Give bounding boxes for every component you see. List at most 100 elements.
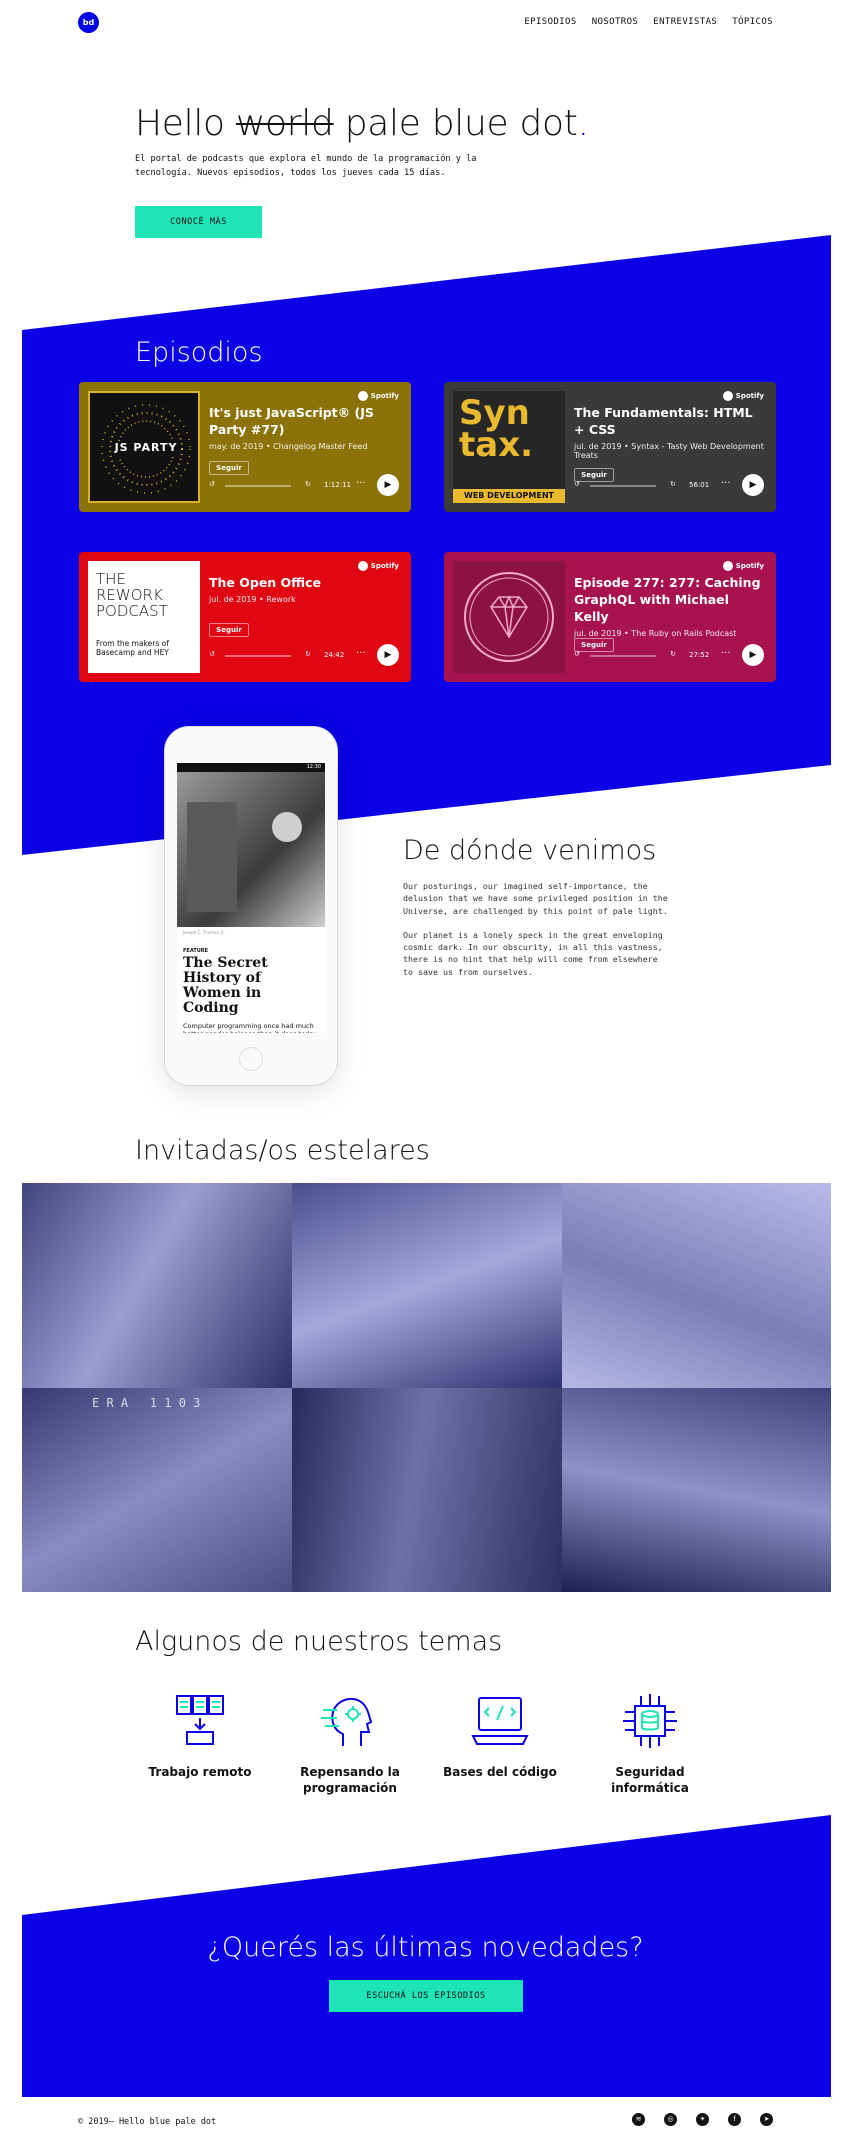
topic-label: Bases del código: [443, 1765, 557, 1779]
top-nav: bd EPISODIOS NOSOTROS ENTREVISTAS TÓPICO…: [0, 0, 851, 46]
facebook-icon[interactable]: f: [728, 2113, 741, 2126]
player-bar: ↺ ↻ 56:01 ··· ▶: [574, 474, 764, 498]
feature-label: FEATURE: [183, 948, 209, 954]
spotify-badge: Spotify: [722, 391, 764, 401]
episode-artwork: JS PARTY: [88, 391, 200, 503]
guest-photo: [562, 1388, 831, 1592]
rewind-icon[interactable]: ↺: [209, 650, 215, 658]
article-photo: [177, 772, 325, 927]
rewind-icon[interactable]: ↺: [209, 480, 215, 488]
episode-duration: 1:12:11: [324, 481, 351, 489]
forward-icon[interactable]: ↻: [670, 480, 676, 488]
site-logo[interactable]: bd: [78, 12, 99, 33]
spotify-badge: Spotify: [357, 391, 399, 401]
episode-artwork: Syn tax. WEB DEVELOPMENT: [453, 391, 565, 503]
nav-links: EPISODIOS NOSOTROS ENTREVISTAS TÓPICOS: [524, 17, 773, 27]
topic-label: Repensando la programación: [300, 1765, 400, 1795]
spotify-icon[interactable]: ≋: [632, 2113, 645, 2126]
episode-card[interactable]: JS PARTY Spotify It's just JavaScript® (…: [79, 382, 411, 512]
follow-button[interactable]: Seguir: [209, 623, 249, 637]
codebase-icon: [471, 1697, 529, 1745]
progress-track[interactable]: [225, 655, 291, 657]
phone-status-bar: 12:30: [177, 763, 325, 772]
guest-photo: [292, 1388, 562, 1592]
player-bar: ↺ ↻ 27:52 ··· ▶: [574, 644, 764, 668]
spotify-label: Spotify: [735, 562, 764, 570]
play-button[interactable]: ▶: [742, 474, 764, 496]
hero-title-pre: Hello: [135, 103, 225, 144]
guest-photo: [562, 1183, 831, 1388]
episode-duration: 24:42: [324, 651, 345, 659]
instagram-icon[interactable]: ◎: [664, 2113, 677, 2126]
photo-caption: Joseph C. Thomas, Jr.: [183, 930, 225, 935]
follow-button[interactable]: Seguir: [209, 461, 249, 475]
play-button[interactable]: ▶: [742, 644, 764, 666]
episode-card[interactable]: Syn tax. WEB DEVELOPMENT Spotify The Fun…: [444, 382, 776, 512]
artwork-sublabel: From the makers of Basecamp and HEY: [96, 639, 169, 657]
episode-artwork: [453, 561, 565, 673]
episode-title: Episode 277: 277: Caching GraphQL with M…: [574, 575, 761, 624]
guest-photo: [22, 1183, 292, 1388]
artwork-sublabel: WEB DEVELOPMENT: [453, 489, 565, 503]
origin-title: De dónde venimos: [403, 835, 657, 866]
play-button[interactable]: ▶: [377, 474, 399, 496]
spotify-label: Spotify: [735, 392, 764, 400]
nav-link-nosotros[interactable]: NOSOTROS: [592, 17, 639, 27]
episode-card[interactable]: Spotify Episode 277: 277: Caching GraphQ…: [444, 552, 776, 682]
topic-security[interactable]: Seguridad informática: [590, 1690, 710, 1796]
episode-card[interactable]: THE REWORK PODCAST From the makers of Ba…: [79, 552, 411, 682]
guest-photo: E R A 1 1 0 3: [22, 1388, 292, 1592]
hero: Hello world pale blue dot. El portal de …: [135, 100, 735, 180]
episode-artwork: THE REWORK PODCAST From the makers of Ba…: [88, 561, 200, 673]
episodes-background: [22, 235, 831, 855]
twitter-icon[interactable]: ✦: [696, 2113, 709, 2126]
rewind-icon[interactable]: ↺: [574, 650, 580, 658]
episode-duration: 56:01: [689, 481, 710, 489]
forward-icon[interactable]: ↻: [305, 480, 311, 488]
spotify-icon: [357, 391, 368, 401]
spotify-label: Spotify: [370, 392, 399, 400]
origin-paragraph: Our planet is a lonely speck in the grea…: [403, 929, 663, 977]
episode-meta: jul. de 2019 • The Ruby on Rails Podcast: [574, 629, 737, 638]
topic-rethinking-programming[interactable]: Repensando la programación: [290, 1690, 410, 1796]
nav-link-topicos[interactable]: TÓPICOS: [732, 17, 773, 27]
play-button[interactable]: ▶: [377, 644, 399, 666]
forward-icon[interactable]: ↻: [670, 650, 676, 658]
telegram-icon[interactable]: ➤: [760, 2113, 773, 2126]
progress-track[interactable]: [590, 655, 656, 657]
spotify-badge: Spotify: [357, 561, 399, 571]
more-icon[interactable]: ···: [721, 478, 731, 489]
hero-title-post: pale blue dot: [344, 103, 578, 144]
spotify-icon: [357, 561, 368, 571]
nav-link-entrevistas[interactable]: ENTREVISTAS: [653, 17, 717, 27]
more-icon[interactable]: ···: [356, 478, 366, 489]
episode-meta: jul. de 2019 • Rework: [209, 595, 296, 604]
player-bar: ↺ ↻ 1:12:11 ··· ▶: [209, 474, 399, 498]
rewind-icon[interactable]: ↺: [574, 480, 580, 488]
remote-work-icon: [176, 1695, 224, 1745]
forward-icon[interactable]: ↻: [305, 650, 311, 658]
guest-photo: [292, 1183, 562, 1388]
copyright: © 2019— Hello blue pale dot: [78, 2117, 217, 2127]
artwork-label: THE REWORK PODCAST: [96, 570, 168, 620]
conoce-mas-button[interactable]: CONOCÉ MÁS: [135, 206, 262, 238]
topic-remote-work[interactable]: Trabajo remoto: [140, 1690, 260, 1780]
spotify-icon: [722, 561, 733, 571]
spotify-badge: Spotify: [722, 561, 764, 571]
topic-codebase[interactable]: Bases del código: [440, 1690, 560, 1780]
home-button: [239, 1047, 263, 1071]
player-bar: ↺ ↻ 24:42 ··· ▶: [209, 644, 399, 668]
ruby-gem-art-icon: [464, 572, 554, 662]
spotify-icon: [722, 391, 733, 401]
listen-episodes-button[interactable]: ESCUCHÁ LOS EPISODIOS: [329, 1980, 523, 2012]
nav-link-episodios[interactable]: EPISODIOS: [524, 17, 576, 27]
progress-track[interactable]: [225, 485, 291, 487]
topic-label: Trabajo remoto: [148, 1765, 252, 1779]
progress-track[interactable]: [590, 485, 656, 487]
newsletter-title: ¿Querés las últimas novedades?: [207, 1932, 644, 1963]
article-description: Computer programming once had much bette…: [183, 1022, 318, 1033]
more-icon[interactable]: ···: [721, 648, 731, 659]
article-headline: The Secret History of Women in Coding: [183, 955, 268, 1016]
rethinking-programming-icon: [321, 1697, 373, 1746]
more-icon[interactable]: ···: [356, 648, 366, 659]
